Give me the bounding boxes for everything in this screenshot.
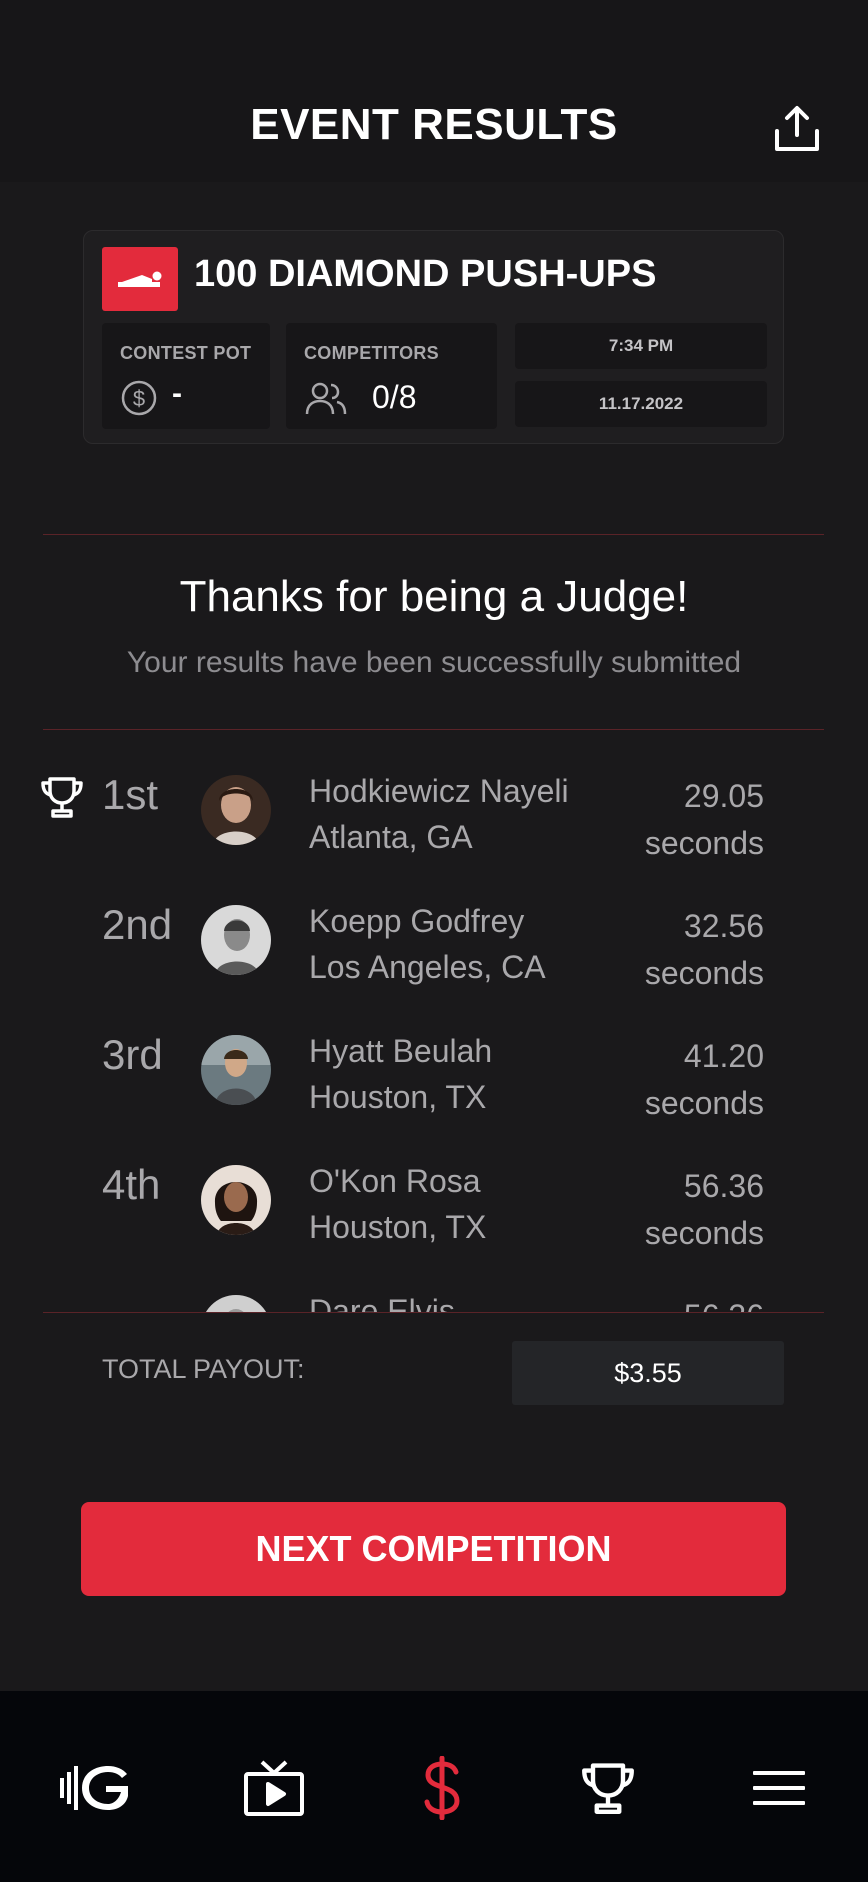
header-bar: EVENT RESULTS [0, 0, 868, 182]
rank-label: 1st [102, 771, 159, 818]
avatar [201, 1165, 271, 1235]
result-row[interactable]: 2nd Koepp Godfrey Los Angeles, CA 32.56 s… [0, 861, 868, 991]
trophy-icon [41, 777, 83, 818]
contest-pot-box: CONTEST POT $ - [102, 323, 270, 429]
thanks-subtitle: Your results have been successfully subm… [126, 646, 742, 679]
nav-leaderboard[interactable] [568, 1757, 648, 1819]
divider [43, 729, 824, 730]
avatar [201, 775, 271, 845]
competitors-value: 0/8 [372, 379, 417, 415]
result-row[interactable]: 3rd Hyatt Beulah Houston, TX 41.20 second… [0, 991, 868, 1121]
nav-home[interactable] [55, 1757, 135, 1819]
dollar-icon [424, 1756, 460, 1820]
competitor-score: 56.36 seconds [644, 1168, 764, 1251]
next-competition-button[interactable]: NEXT COMPETITION [81, 1502, 786, 1596]
thanks-title: Thanks for being a Judge! [179, 572, 689, 621]
divider [43, 1312, 824, 1313]
result-row[interactable]: 4th O'Kon Rosa Houston, TX 56.36 seconds [0, 1121, 868, 1251]
event-name: 100 DIAMOND PUSH-UPS [194, 253, 657, 295]
competitor-name: Hyatt Beulah [309, 1033, 493, 1069]
event-date: 11.17.2022 [515, 381, 767, 427]
avatar [201, 1295, 271, 1312]
competitor-score: 29.05 seconds [644, 778, 764, 861]
rank-label: 4th [102, 1161, 161, 1208]
nav-tv[interactable] [234, 1757, 314, 1819]
users-icon [305, 382, 347, 415]
competitor-name: Hodkiewicz Nayeli [309, 773, 569, 809]
avatar [201, 905, 271, 975]
dollar-circle-icon: $ [121, 380, 157, 416]
tv-icon [244, 1760, 304, 1816]
competitor-score: 32.56 seconds [644, 908, 764, 991]
trophy-icon [582, 1763, 634, 1814]
menu-icon [753, 1771, 805, 1805]
total-payout-label: TOTAL PAYOUT: [102, 1354, 305, 1384]
share-button[interactable] [768, 100, 826, 158]
bottom-nav [0, 1691, 868, 1882]
svg-text:$: $ [133, 386, 145, 411]
competitor-name: O'Kon Rosa [309, 1163, 481, 1199]
page-title: EVENT RESULTS [250, 100, 618, 149]
competitor-name: Dare Elvis [309, 1293, 455, 1312]
total-payout-value: $3.55 [512, 1341, 784, 1405]
competitor-score: 41.20 seconds [644, 1038, 764, 1121]
avatar [201, 1035, 271, 1105]
results-list[interactable]: 1st Hodkiewicz Nayeli Atlanta, GA 29.05 s… [0, 731, 868, 1312]
competitor-city: Los Angeles, CA [309, 949, 546, 985]
competitors-box: COMPETITORS 0/8 [286, 323, 497, 429]
nav-menu[interactable] [739, 1757, 819, 1819]
share-icon [775, 106, 819, 151]
competitors-label: COMPETITORS [304, 343, 439, 363]
push-up-icon [102, 247, 178, 311]
competitor-score: 56.36 [684, 1293, 764, 1312]
rank-label: 3rd [102, 1031, 163, 1078]
nav-wallet[interactable] [402, 1756, 482, 1820]
event-card: 100 DIAMOND PUSH-UPS CONTEST POT $ - COM… [83, 230, 784, 444]
result-row[interactable]: 1st Hodkiewicz Nayeli Atlanta, GA 29.05 s… [0, 731, 868, 861]
contest-pot-label: CONTEST POT [120, 343, 252, 363]
competitor-city: Houston, TX [309, 1079, 487, 1115]
contest-pot-value: - [172, 377, 182, 410]
event-time: 7:34 PM [515, 323, 767, 369]
brand-logo-icon [60, 1766, 128, 1810]
rank-label: 2nd [102, 901, 173, 948]
competitor-city: Atlanta, GA [309, 819, 473, 855]
divider [43, 534, 824, 535]
competitor-city: Houston, TX [309, 1209, 487, 1245]
result-row[interactable]: Dare Elvis 56.36 [0, 1251, 868, 1312]
competitor-name: Koepp Godfrey [309, 903, 525, 939]
